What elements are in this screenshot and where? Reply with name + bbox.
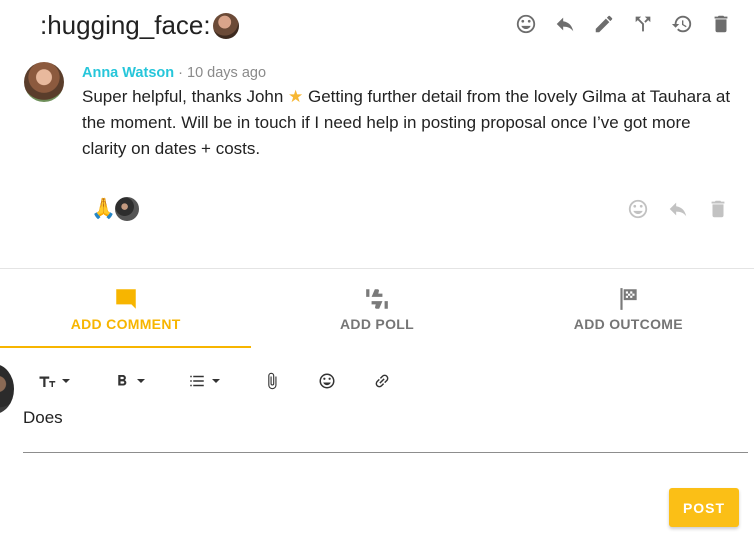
editor-toolbar bbox=[38, 368, 391, 394]
emoji-button[interactable] bbox=[318, 368, 336, 394]
chevron-down-icon bbox=[212, 379, 220, 383]
title-avatar bbox=[212, 12, 239, 39]
flag-icon bbox=[620, 288, 637, 310]
reply-icon bbox=[669, 202, 687, 217]
reply-icon bbox=[556, 17, 574, 32]
tab-label: ADD COMMENT bbox=[70, 316, 181, 332]
discussion-title: :hugging_face: bbox=[40, 10, 239, 41]
tab-add-comment[interactable]: ADD COMMENT bbox=[0, 270, 252, 348]
comment-meta: Anna Watson · 10 days ago bbox=[82, 60, 734, 84]
tab-label: ADD POLL bbox=[340, 316, 414, 332]
history-icon bbox=[671, 15, 692, 33]
emoji-icon bbox=[319, 373, 335, 389]
current-user-avatar bbox=[0, 364, 14, 414]
author-name[interactable]: Anna Watson bbox=[82, 65, 174, 81]
comment-actions bbox=[627, 196, 729, 222]
reactions[interactable]: 🙏 bbox=[91, 196, 140, 222]
composer-tabs: ADD COMMENT ADD POLL ADD OUTCOME bbox=[0, 270, 754, 348]
edit-icon bbox=[595, 15, 613, 33]
edit-button[interactable] bbox=[593, 11, 615, 37]
comment-text: Super helpful, thanks John ★ Getting fur… bbox=[82, 84, 734, 162]
delete-icon bbox=[714, 15, 728, 33]
add-reaction-button[interactable] bbox=[515, 11, 537, 37]
fork-icon bbox=[635, 16, 651, 32]
attach-icon bbox=[268, 372, 277, 390]
attach-button[interactable] bbox=[263, 368, 281, 394]
text-size-icon bbox=[39, 376, 56, 387]
comment-input[interactable]: Does bbox=[23, 405, 748, 453]
discussion-title-text: :hugging_face: bbox=[40, 10, 211, 40]
fork-button[interactable] bbox=[632, 11, 654, 37]
thread-actions bbox=[515, 11, 732, 37]
link-icon bbox=[375, 374, 389, 388]
thumbs-icon bbox=[366, 289, 388, 309]
praying-hands-emoji: 🙏 bbox=[91, 198, 116, 220]
list-button[interactable] bbox=[188, 368, 220, 394]
reactor-avatar bbox=[113, 196, 140, 222]
history-button[interactable] bbox=[671, 11, 693, 37]
post-button[interactable]: POST bbox=[669, 488, 739, 527]
chevron-down-icon bbox=[137, 379, 145, 383]
reply-button[interactable] bbox=[554, 11, 576, 37]
smiley-icon bbox=[628, 199, 648, 219]
comment-body: Anna Watson · 10 days ago Super helpful,… bbox=[82, 60, 734, 162]
list-icon bbox=[190, 375, 204, 387]
smiley-icon bbox=[516, 14, 536, 34]
tab-add-poll[interactable]: ADD POLL bbox=[251, 270, 502, 348]
author-avatar[interactable] bbox=[24, 62, 64, 102]
comment-react-button[interactable] bbox=[627, 196, 649, 222]
comment-icon bbox=[115, 289, 136, 309]
delete-icon bbox=[711, 200, 725, 218]
text-size-button[interactable] bbox=[38, 368, 70, 394]
delete-button[interactable] bbox=[710, 11, 732, 37]
chevron-down-icon bbox=[62, 379, 70, 383]
comment-reply-button[interactable] bbox=[667, 196, 689, 222]
comment-time[interactable]: 10 days ago bbox=[187, 65, 266, 81]
divider bbox=[0, 268, 754, 269]
tab-add-outcome[interactable]: ADD OUTCOME bbox=[503, 270, 754, 348]
bold-icon bbox=[118, 375, 127, 386]
tab-label: ADD OUTCOME bbox=[573, 316, 683, 332]
comment-text-start: Super helpful, thanks John bbox=[82, 87, 289, 106]
bold-button[interactable] bbox=[113, 368, 145, 394]
link-button[interactable] bbox=[373, 368, 391, 394]
comment-delete-button[interactable] bbox=[707, 196, 729, 222]
star-emoji: ★ bbox=[288, 87, 304, 106]
meta-separator: · bbox=[178, 65, 183, 81]
